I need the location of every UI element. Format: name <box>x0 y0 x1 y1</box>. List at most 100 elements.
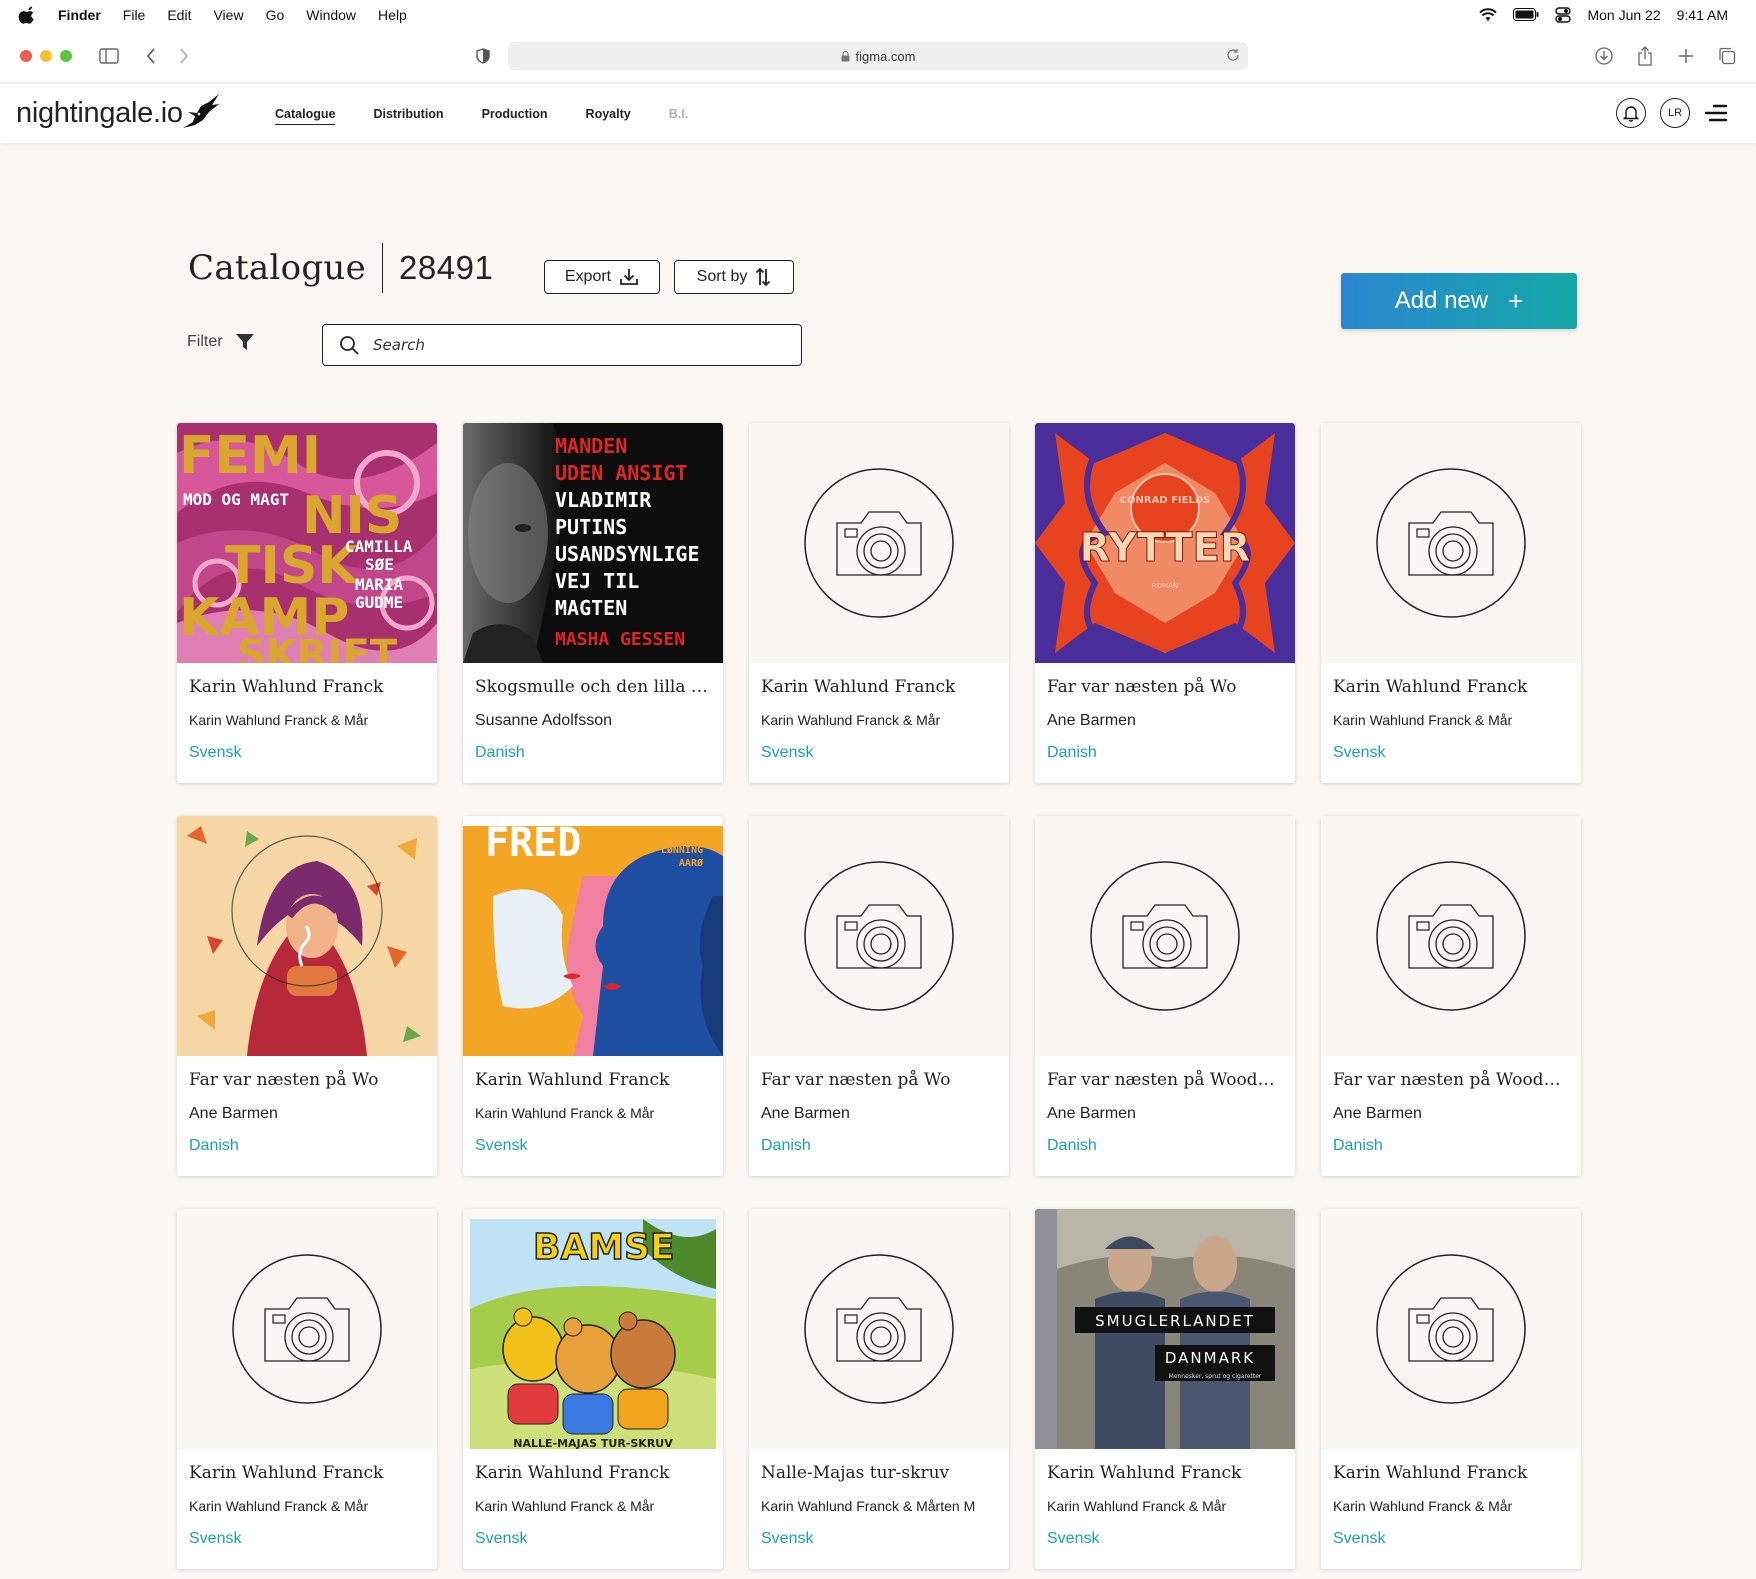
title-divider <box>382 243 384 293</box>
menu-window[interactable]: Window <box>306 7 356 23</box>
menu-go[interactable]: Go <box>266 7 285 23</box>
catalogue-card[interactable]: BAMSE NALLE-MAJAS TUR-SKRUV Karin Wahlun… <box>463 1209 723 1569</box>
menu-icon[interactable] <box>1704 104 1728 122</box>
sort-by-button[interactable]: Sort by <box>674 260 794 294</box>
menu-finder[interactable]: Finder <box>58 7 101 23</box>
close-window-button[interactable] <box>20 50 32 62</box>
book-author: Karin Wahlund Franck & Mårten M <box>761 1498 976 1514</box>
search-icon <box>340 336 359 355</box>
user-avatar[interactable]: LR <box>1660 98 1690 128</box>
svg-text:SKRIFT: SKRIFT <box>237 632 398 663</box>
control-center-icon[interactable] <box>1555 6 1572 23</box>
catalogue-card[interactable]: Far var næsten på Woodstock Ane Barmen D… <box>1035 816 1295 1176</box>
book-author: Karin Wahlund Franck & Mår <box>761 712 941 728</box>
book-title: Far var næsten på Wo <box>761 1070 951 1090</box>
cover-manden-uden-ansigt: MANDEN UDEN ANSIGT VLADIMIR PUTINS USAND… <box>463 423 723 663</box>
logo[interactable]: nightingale.io <box>16 92 221 134</box>
main-nav: Catalogue Distribution Production Royalt… <box>275 84 726 143</box>
catalogue-card[interactable]: Far var næsten på Woodstock Ane Barmen D… <box>1321 816 1581 1176</box>
book-cover: SMUGLERLANDET DANMARK Mennesker, sprut o… <box>1035 1209 1295 1449</box>
menu-view[interactable]: View <box>213 7 243 23</box>
back-icon[interactable] <box>137 42 165 70</box>
camera-placeholder-icon <box>804 468 954 618</box>
catalogue-header: Catalogue 28491 <box>188 243 493 293</box>
svg-text:TISK: TISK <box>225 536 359 596</box>
search-bar[interactable] <box>322 324 802 366</box>
book-author: Karin Wahlund Franck & Mår <box>1333 1498 1513 1514</box>
share-icon[interactable] <box>1631 42 1659 70</box>
sidebar-toggle-icon[interactable] <box>95 42 123 70</box>
maximize-window-button[interactable] <box>60 50 72 62</box>
book-title: Karin Wahlund Franck <box>1333 1463 1528 1483</box>
cover-smuglerlandet: SMUGLERLANDET DANMARK Mennesker, sprut o… <box>1035 1209 1295 1449</box>
catalogue-card[interactable]: Karin Wahlund Franck Karin Wahlund Franc… <box>1321 1209 1581 1569</box>
menu-help[interactable]: Help <box>378 7 407 23</box>
catalogue-card[interactable]: Karin Wahlund Franck Karin Wahlund Franc… <box>749 423 1009 783</box>
svg-text:LØNNING: LØNNING <box>661 844 703 856</box>
card-info: Karin Wahlund Franck Karin Wahlund Franc… <box>749 663 1009 762</box>
nav-production[interactable]: Production <box>482 107 548 121</box>
battery-icon[interactable] <box>1513 8 1539 21</box>
book-author: Ane Barmen <box>1333 1105 1422 1122</box>
catalogue-card[interactable]: CONRAD FIELDS RYTTER ROMAN Far var næste… <box>1035 423 1295 783</box>
book-cover: MANDEN UDEN ANSIGT VLADIMIR PUTINS USAND… <box>463 423 723 663</box>
svg-text:MOD OG MAGT: MOD OG MAGT <box>183 490 289 509</box>
svg-text:CAMILLA: CAMILLA <box>345 537 413 556</box>
menu-edit[interactable]: Edit <box>167 7 191 23</box>
catalogue-card[interactable]: SMUGLERLANDET DANMARK Mennesker, sprut o… <box>1035 1209 1295 1569</box>
privacy-shield-icon[interactable] <box>469 42 497 70</box>
export-button[interactable]: Export <box>544 260 660 294</box>
wifi-icon[interactable] <box>1479 7 1498 22</box>
catalogue-card[interactable]: Nalle-Majas tur-skruv Karin Wahlund Fran… <box>749 1209 1009 1569</box>
book-cover <box>749 1209 1009 1449</box>
nav-distribution[interactable]: Distribution <box>373 107 443 121</box>
nightingale-bird-icon <box>182 94 219 128</box>
svg-text:PUTINS: PUTINS <box>555 515 627 539</box>
book-cover <box>749 816 1009 1056</box>
svg-text:MASHA GESSEN: MASHA GESSEN <box>555 629 685 650</box>
catalogue-card[interactable]: Far var næsten på Wo Ane Barmen Danish <box>749 816 1009 1176</box>
book-language: Danish <box>1047 1137 1097 1154</box>
book-cover: CONRAD FIELDS RYTTER ROMAN <box>1035 423 1295 663</box>
forward-icon[interactable] <box>170 42 198 70</box>
notifications-button[interactable] <box>1616 98 1646 128</box>
svg-text:SØE: SØE <box>365 555 394 574</box>
catalogue-card[interactable]: Karin Wahlund Franck Karin Wahlund Franc… <box>177 1209 437 1569</box>
reload-icon[interactable] <box>1226 48 1240 62</box>
card-info: Far var næsten på Wo Ane Barmen Danish <box>1035 663 1295 762</box>
filter-button[interactable]: Filter <box>187 332 255 352</box>
cover-rytter: CONRAD FIELDS RYTTER ROMAN <box>1035 423 1295 663</box>
book-title: Karin Wahlund Franck <box>1333 677 1528 697</box>
svg-text:BAMSE: BAMSE <box>533 1227 675 1268</box>
svg-text:FEMI: FEMI <box>179 426 321 486</box>
book-title: Karin Wahlund Franck <box>475 1070 670 1090</box>
catalogue-card[interactable]: Karin Wahlund Franck Karin Wahlund Franc… <box>1321 423 1581 783</box>
camera-placeholder-icon <box>1376 861 1526 1011</box>
svg-text:MAGTEN: MAGTEN <box>555 596 627 620</box>
book-cover <box>1321 423 1581 663</box>
book-language: Svensk <box>761 1530 814 1547</box>
lock-icon <box>841 50 850 61</box>
catalogue-card[interactable]: FEMI NIS TISK KAMP SKRIFT MOD OG MAGT CA… <box>177 423 437 783</box>
book-author: Ane Barmen <box>1047 712 1136 729</box>
nav-bi[interactable]: B.I. <box>669 107 688 121</box>
cover-bamse: BAMSE NALLE-MAJAS TUR-SKRUV <box>463 1209 723 1449</box>
menu-file[interactable]: File <box>123 7 146 23</box>
book-author: Ane Barmen <box>1047 1105 1136 1122</box>
apple-icon[interactable] <box>18 6 38 24</box>
nav-catalogue[interactable]: Catalogue <box>275 107 336 125</box>
minimize-window-button[interactable] <box>40 50 52 62</box>
search-input[interactable] <box>373 336 753 354</box>
book-title: Far var næsten på Wo <box>1047 677 1237 697</box>
svg-text:NALLE-MAJAS TUR-SKRUV: NALLE-MAJAS TUR-SKRUV <box>513 1437 673 1449</box>
new-tab-icon[interactable] <box>1672 42 1700 70</box>
address-bar[interactable]: figma.com <box>508 42 1248 70</box>
catalogue-card[interactable]: FRED SELMA LØNNING AARØ Karin Wahlund Fr… <box>463 816 723 1176</box>
catalogue-card[interactable]: MANDEN UDEN ANSIGT VLADIMIR PUTINS USAND… <box>463 423 723 783</box>
download-icon[interactable] <box>1590 42 1618 70</box>
catalogue-card[interactable]: Far var næsten på Wo Ane Barmen Danish <box>177 816 437 1176</box>
nav-royalty[interactable]: Royalty <box>586 107 631 121</box>
tab-overview-icon[interactable] <box>1713 42 1741 70</box>
add-new-button[interactable]: Add new + <box>1341 273 1577 329</box>
card-info: Skogsmulle och den lilla ren... Susanne … <box>463 663 723 762</box>
